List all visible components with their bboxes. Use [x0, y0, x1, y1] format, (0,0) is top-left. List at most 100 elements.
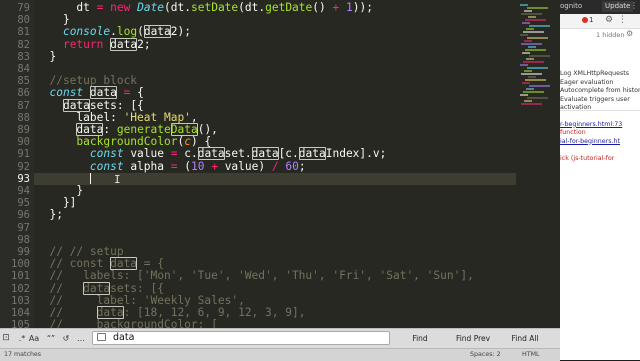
line-number: 88	[17, 111, 30, 124]
line-number: 85	[17, 75, 30, 88]
console-line: Log XMLHttpRequests	[560, 70, 630, 77]
code-token: ,	[190, 110, 198, 124]
line-number: 82	[17, 38, 30, 51]
code-token: dt	[36, 1, 97, 14]
line-number: 99	[17, 246, 30, 258]
code-token: : [18, 12, 6, 9, 12, 3, 9],	[123, 306, 306, 319]
option-whole-word-button[interactable]: “”	[44, 332, 58, 345]
close-find-icon[interactable]: ⊡	[2, 332, 10, 345]
minimap-line	[520, 34, 528, 36]
search-match: data	[83, 281, 111, 295]
error-icon[interactable]	[582, 17, 588, 23]
minimap-line	[524, 10, 532, 12]
code-editor[interactable]: 79 80 81 82 83 84 85 86 87 88 89 90 91 92 93 94 95 96 97 98…	[0, 0, 560, 328]
code-token: return	[62, 37, 104, 51]
minimap-line	[522, 22, 530, 24]
line-number: 96	[17, 209, 30, 222]
minimap-line	[520, 94, 528, 96]
find-prev-button[interactable]: Find Prev	[452, 332, 494, 345]
option-wrap-icon[interactable]: ↺	[60, 332, 72, 345]
status-bar: 17 matches Spaces: 2 HTML	[0, 348, 560, 361]
code-token: }	[36, 49, 57, 63]
minimap-line	[527, 37, 548, 39]
code-token: // // setup	[36, 245, 124, 258]
code-token: console	[62, 25, 111, 39]
line-number-gutter: 79 80 81 82 83 84 85 86 87 88 89 90 91 92 93 94 95 96 97 98…	[0, 0, 34, 328]
code-token: .	[110, 25, 117, 39]
option-case-button[interactable]: Aa	[27, 332, 41, 345]
code-token: /	[271, 159, 279, 173]
line-number: 100	[11, 258, 30, 271]
line-number: 95	[17, 197, 30, 210]
hidden-messages-label: 1 hidden	[596, 31, 625, 39]
code-token: 2);	[170, 25, 191, 39]
code-token: // labels: ['Mon', 'Tue', 'Wed', 'Thu', …	[36, 269, 474, 283]
line-number: 86	[17, 87, 30, 100]
update-button[interactable]: Update	[602, 1, 634, 12]
code-line[interactable]: }	[36, 49, 57, 63]
search-match: data	[197, 147, 225, 161]
find-input[interactable]	[92, 331, 390, 345]
line-number: 105	[11, 319, 30, 328]
more-options-icon[interactable]: ⋮	[618, 15, 627, 25]
console-line[interactable]: r-beginners.html:73	[560, 121, 622, 129]
code-token: (),	[197, 123, 218, 136]
minimap-line	[528, 46, 536, 48]
code-token: }	[36, 13, 70, 27]
code-token: const	[89, 147, 124, 161]
console-line: Eager evaluation	[560, 78, 614, 86]
line-number: 79	[17, 2, 30, 14]
line-number: 101	[11, 270, 30, 283]
syntax-mode[interactable]: HTML	[522, 351, 540, 358]
code-token: Index].v;	[325, 147, 387, 161]
console-line: activation	[560, 104, 592, 111]
search-match: data	[251, 147, 279, 161]
minimap-line	[521, 73, 542, 75]
search-match: data	[89, 86, 117, 100]
code-token: set.	[224, 147, 252, 161]
line-number: 81	[17, 26, 30, 39]
find-all-button[interactable]: Find All	[506, 332, 544, 345]
minimap-line	[527, 97, 548, 99]
console-line: ick (js-tutorial-for	[560, 154, 615, 162]
code-token: setDate	[191, 1, 239, 14]
code-line[interactable]: };	[36, 209, 62, 221]
indentation-setting[interactable]: Spaces: 2	[470, 351, 501, 358]
minimap-line	[524, 40, 532, 42]
devtools-toolbar: 1 ⚙ ⋮	[560, 14, 640, 29]
code-token: const	[89, 159, 124, 173]
search-match: Data	[170, 123, 198, 136]
code-line[interactable]: dt = new Date(dt.setDate(dt.getDate() + …	[36, 1, 373, 14]
code-token: (	[137, 25, 144, 39]
code-token: new	[110, 1, 131, 14]
minimap-line	[526, 88, 534, 90]
console-settings-icon[interactable]: ⚙	[626, 29, 633, 38]
find-bar: ⊡ .* Aa “” ↺ … Find Find Prev Find All	[0, 328, 560, 349]
tab-title[interactable]: ognito	[560, 2, 582, 10]
console-line: Evaluate triggers user	[560, 95, 630, 103]
code-line[interactable]: // labels: ['Mon', 'Tue', 'Wed', 'Thu', …	[36, 269, 474, 283]
console-line[interactable]: ial-for-beginners.ht	[560, 138, 620, 146]
option-in-selection-button[interactable]: …	[75, 332, 87, 345]
minimap-line	[525, 49, 546, 51]
code-line[interactable]: // backgroundColor: [	[36, 319, 217, 328]
minimap-line	[520, 64, 528, 66]
code-token: = {	[137, 257, 164, 271]
line-number: 104	[11, 307, 30, 319]
gear-icon[interactable]: ⚙	[605, 15, 613, 25]
code-token: Date	[137, 1, 165, 14]
minimap[interactable]	[516, 0, 560, 328]
minimap-line	[529, 55, 550, 57]
line-number: 91	[17, 148, 30, 161]
error-count-badge[interactable]: 1	[589, 16, 593, 24]
find-button[interactable]: Find	[405, 332, 435, 345]
code-token: (dt.	[164, 1, 191, 14]
browser-menu-icon[interactable]: ⋮	[630, 1, 638, 10]
code-area[interactable]: dt = new Date(dt.setDate(dt.getDate() + …	[36, 0, 560, 328]
minimap-line	[524, 100, 532, 102]
